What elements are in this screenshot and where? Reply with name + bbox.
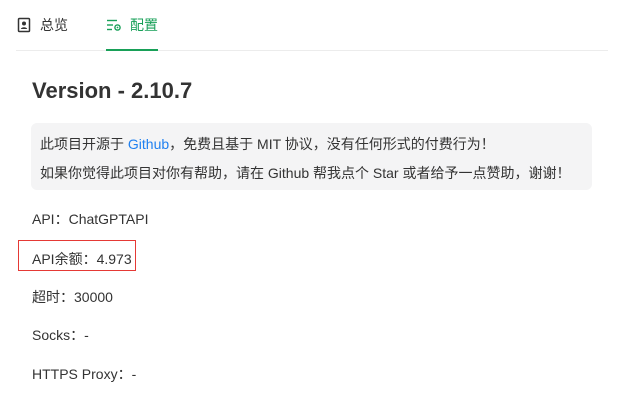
version-title: Version - 2.10.7: [32, 78, 193, 103]
notice-line-1-prefix: 此项目开源于: [40, 136, 128, 152]
info-timeout: 超时：30000: [32, 287, 113, 307]
info-balance-label: API余额：: [32, 251, 97, 267]
info-balance: API余额：4.973: [32, 249, 132, 269]
notice-line-2: 如果你觉得此项目对你有帮助，请在 Github 帮我点个 Star 或者给予一点…: [40, 165, 571, 181]
github-link[interactable]: Github: [128, 136, 169, 152]
info-timeout-value: 30000: [74, 289, 113, 305]
tab-overview[interactable]: 总览: [16, 0, 68, 50]
info-api-label: API：: [32, 211, 69, 227]
notice-line-1: 此项目开源于 Github，免费且基于 MIT 协议，没有任何形式的付费行为！: [40, 134, 495, 154]
info-timeout-label: 超时：: [32, 289, 74, 305]
tab-overview-label: 总览: [40, 17, 68, 33]
info-socks-label: Socks：: [32, 327, 85, 343]
active-tab-indicator: [106, 49, 158, 51]
info-socks: Socks：-: [32, 325, 89, 345]
info-balance-value: 4.973: [96, 251, 132, 267]
info-api-value: ChatGPTAPI: [68, 211, 149, 227]
notice-line-1-suffix: ，免费且基于 MIT 协议，没有任何形式的付费行为！: [169, 136, 495, 152]
info-api: API：ChatGPTAPI: [32, 209, 148, 229]
tab-config-label: 配置: [130, 17, 158, 33]
notice-box: 此项目开源于 Github，免费且基于 MIT 协议，没有任何形式的付费行为！ …: [31, 123, 592, 190]
tab-bar: 总览 配置: [16, 0, 608, 51]
info-https-proxy-label: HTTPS Proxy：: [32, 366, 132, 382]
tab-config[interactable]: 配置: [106, 0, 158, 51]
document-user-icon: [16, 17, 32, 33]
settings-list-icon: [106, 17, 122, 33]
info-https-proxy-value: -: [131, 366, 137, 382]
info-https-proxy: HTTPS Proxy：-: [32, 364, 136, 384]
info-socks-value: -: [84, 327, 89, 343]
